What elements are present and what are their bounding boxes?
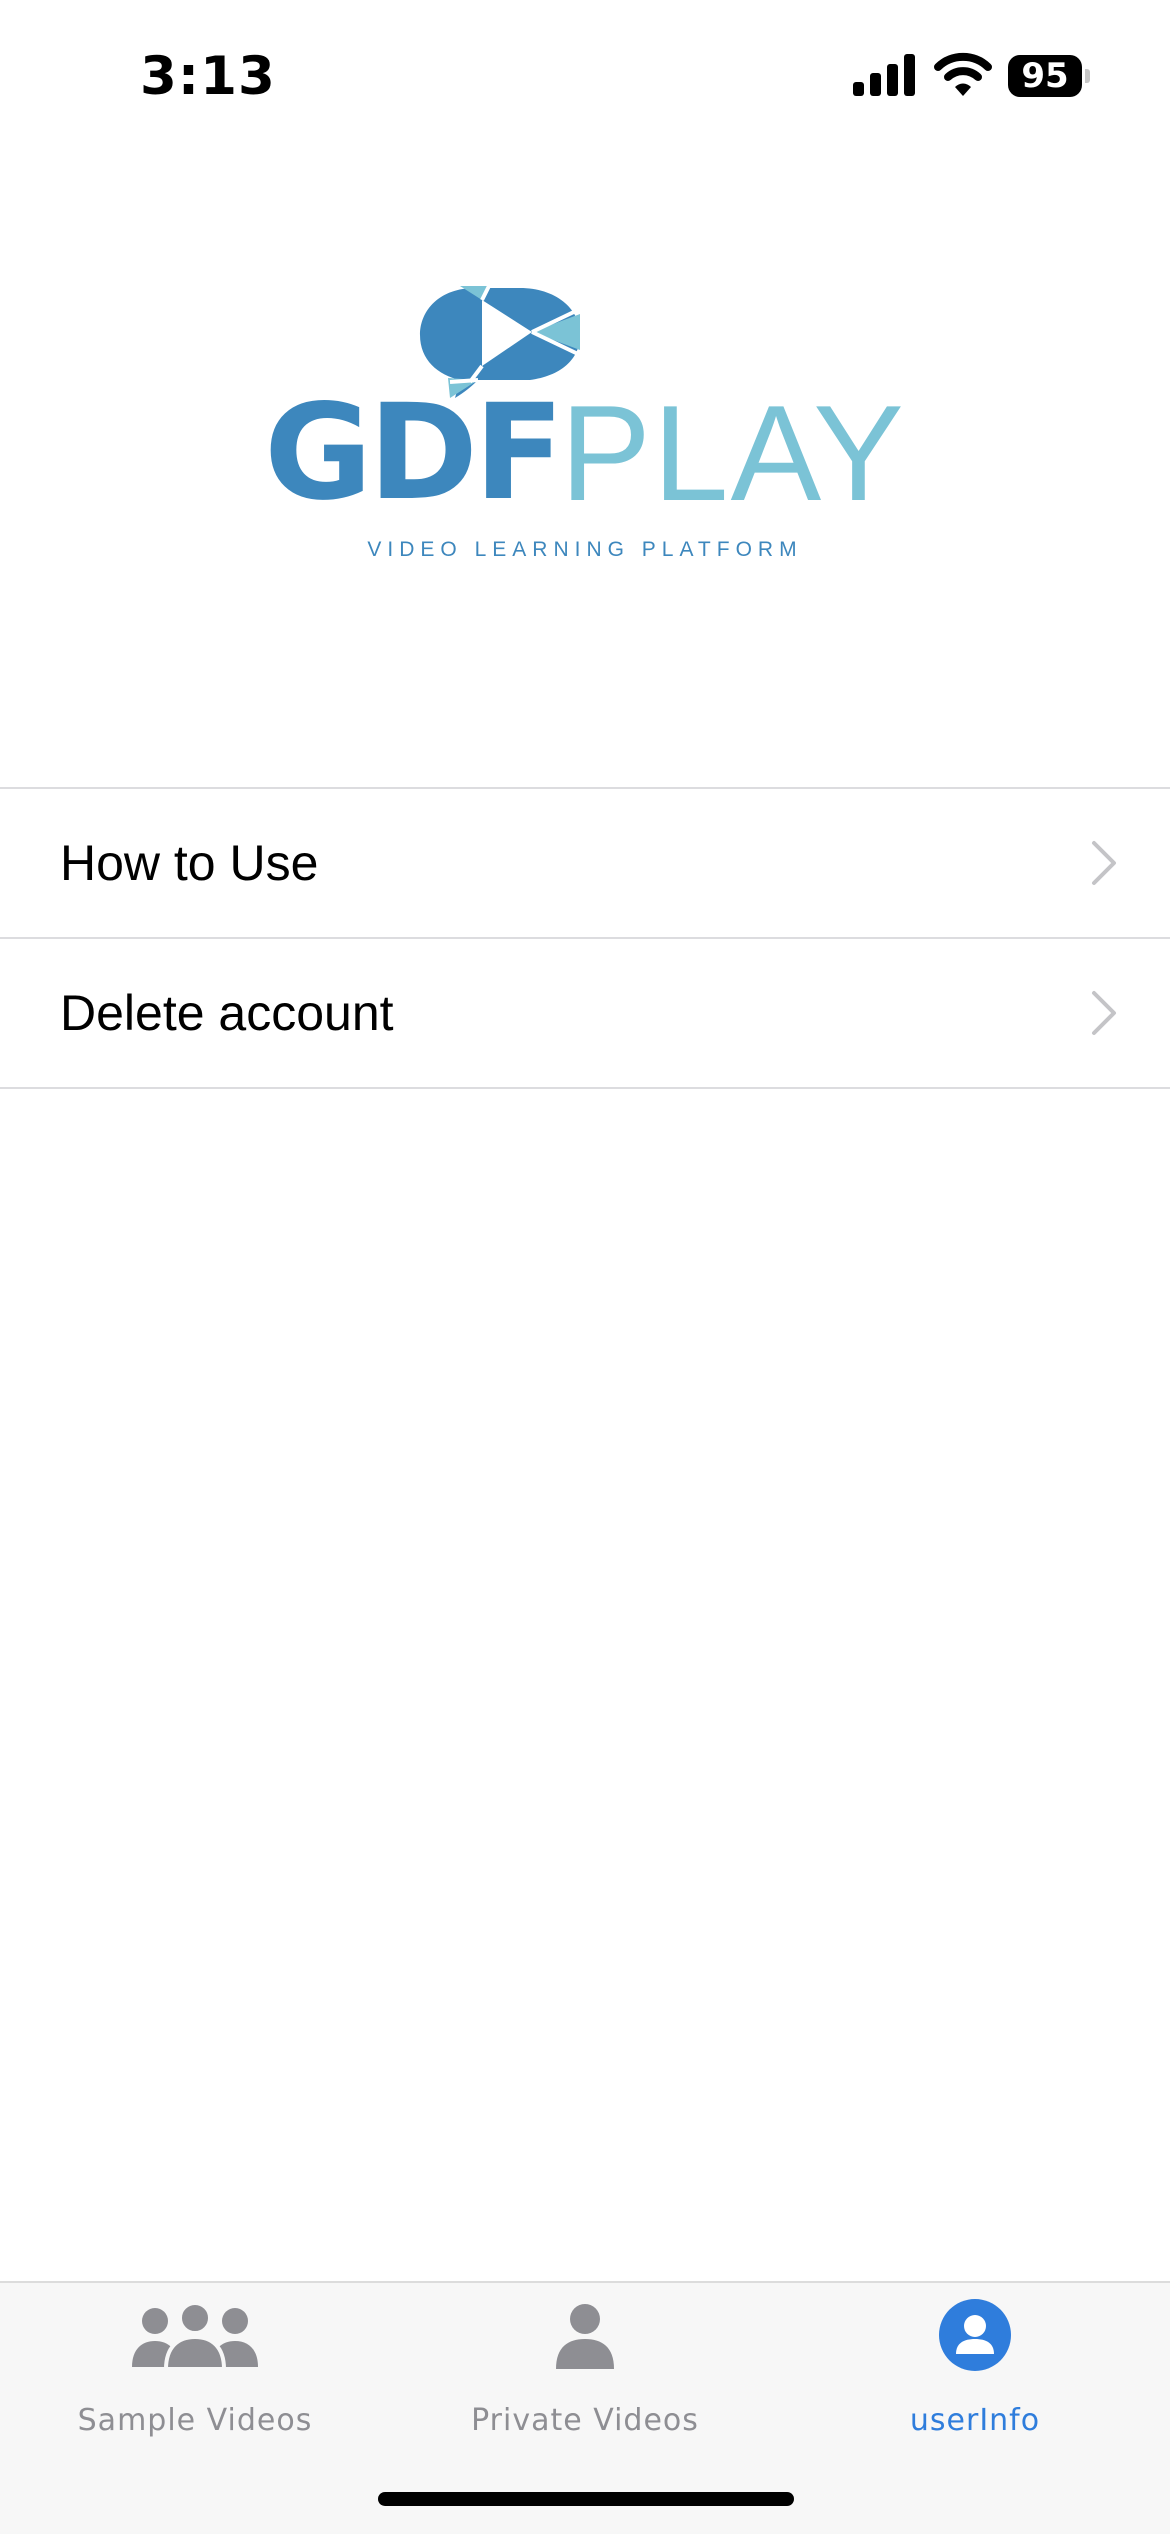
battery-icon: 95 (1008, 55, 1090, 97)
menu-item-label: Delete account (60, 985, 394, 1041)
group-icon (132, 2303, 258, 2369)
wifi-icon (934, 52, 992, 96)
logo-play: PLAY (560, 377, 906, 529)
person-icon (556, 2304, 614, 2369)
battery-cap (1085, 69, 1090, 83)
logo-gdf: GDF (264, 376, 564, 530)
tab-private-videos[interactable]: Private Videos (390, 2283, 780, 2453)
menu-item-delete-account[interactable]: Delete account (0, 939, 1170, 1089)
tab-label: Sample Videos (77, 2403, 313, 2438)
app-logo: GDFPLAY VIDEO LEARNING PLATFORM (255, 270, 915, 580)
signal-icon (853, 54, 915, 96)
tab-sample-videos[interactable]: Sample Videos (0, 2283, 390, 2453)
home-indicator (378, 2492, 794, 2506)
status-bar: 3:13 95 (0, 0, 1170, 150)
tab-bar: Sample Videos Private Videos userInfo (0, 2281, 1170, 2534)
chevron-right-icon (1092, 991, 1116, 1035)
tab-label: Private Videos (471, 2403, 699, 2438)
menu-item-how-to-use[interactable]: How to Use (0, 789, 1170, 939)
settings-list: How to Use Delete account (0, 787, 1170, 1089)
tab-label: userInfo (909, 2403, 1041, 2438)
battery-level: 95 (1021, 56, 1069, 96)
status-time: 3:13 (140, 46, 276, 107)
logo-tagline: VIDEO LEARNING PLATFORM (367, 538, 803, 561)
logo-wordmark: GDFPLAY (255, 385, 915, 521)
menu-item-label: How to Use (60, 835, 319, 891)
tab-user-info[interactable]: userInfo (780, 2283, 1170, 2453)
user-circle-icon (939, 2299, 1011, 2371)
chevron-right-icon (1092, 841, 1116, 885)
